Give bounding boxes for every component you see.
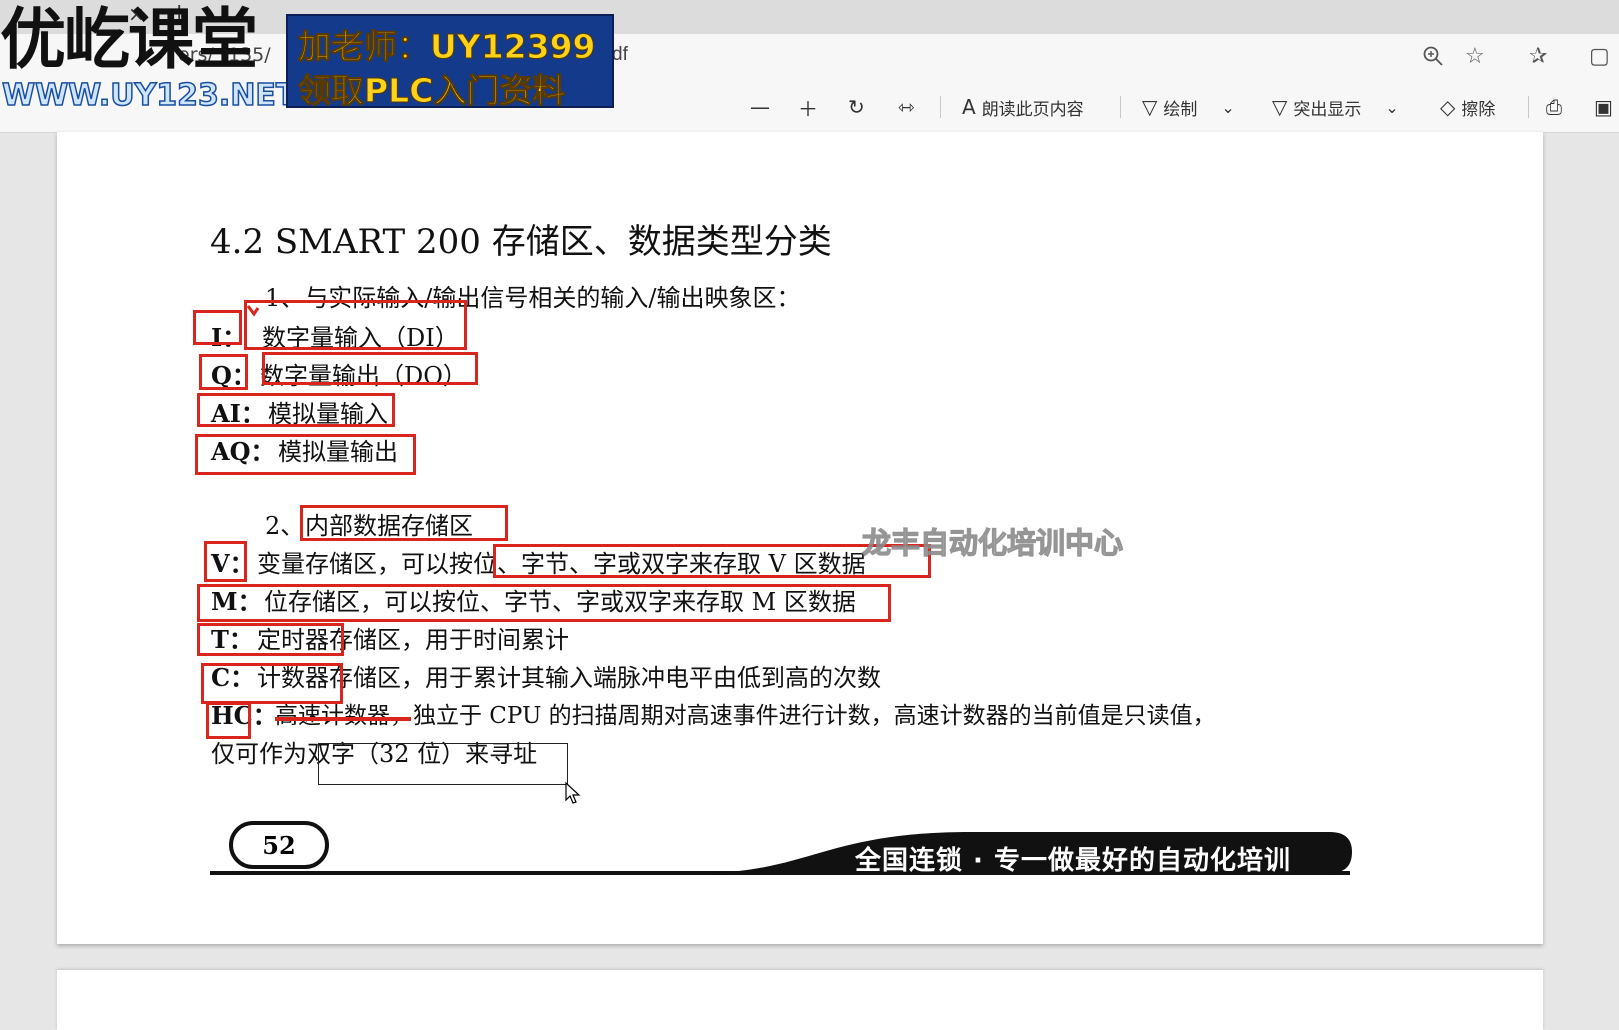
highlighter-icon: ▽ <box>1272 95 1288 119</box>
address-text[interactable]: df <box>612 44 628 66</box>
favorite-star-icon[interactable]: ☆ <box>1465 44 1485 69</box>
zoom-in-button[interactable]: ＋ <box>798 93 818 121</box>
section-heading: 4.2 SMART 200 存储区、数据类型分类 <box>210 222 832 262</box>
toolbar-divider <box>940 96 941 118</box>
read-aloud-icon: A <box>962 95 976 119</box>
annotation-box <box>195 434 416 475</box>
minus-icon: — <box>750 95 770 119</box>
chevron-down-icon[interactable]: ⌄ <box>1385 98 1398 117</box>
read-aloud-button[interactable]: A 朗读此页内容 <box>962 93 1084 121</box>
plus-icon: ＋ <box>798 96 818 121</box>
toolbar-divider <box>1120 96 1121 118</box>
zoom-out-button[interactable]: — <box>750 93 770 121</box>
annotation-box <box>204 541 247 582</box>
zoom-icon[interactable] <box>1421 44 1445 74</box>
annotation-tick-icon <box>246 305 260 317</box>
annotation-box <box>199 354 248 390</box>
draw-button[interactable]: ▽ 绘制 ⌄ <box>1142 93 1235 121</box>
text-selection-box <box>318 743 568 785</box>
annotation-box <box>197 623 344 656</box>
footer-slogan: 全国连锁 · 专一做最好的自动化培训 <box>855 846 1291 876</box>
draw-pen-icon: ▽ <box>1142 95 1158 119</box>
read-aloud-label: 朗读此页内容 <box>981 99 1084 120</box>
annotation-box <box>193 310 242 345</box>
desc-HC: 高速计数器，独立于 CPU 的扫描周期对高速事件进行计数，高速计数器的当前值是只… <box>275 703 1216 729</box>
annotation-box <box>197 393 395 427</box>
save-icon: ▣ <box>1594 95 1613 119</box>
highlight-label: 突出显示 <box>1293 99 1362 120</box>
extensions-icon[interactable]: ▢ <box>1589 44 1610 69</box>
draw-label: 绘制 <box>1163 99 1198 120</box>
annotation-box <box>300 505 508 541</box>
chevron-down-icon[interactable]: ⌄ <box>1221 98 1234 117</box>
print-icon: ⎙ <box>1546 95 1562 119</box>
rotate-button[interactable]: ↻ <box>848 93 865 121</box>
favorites-list-icon[interactable]: ✰ <box>1529 44 1547 69</box>
mouse-cursor-icon <box>565 782 581 804</box>
toolbar-divider <box>1528 96 1529 118</box>
watermark: 龙丰自动化培训中心 <box>861 525 1124 560</box>
save-button[interactable]: ▣ <box>1594 93 1613 121</box>
banner-line-1: 加老师：UY12399 <box>298 27 596 67</box>
annotation-box <box>262 352 478 385</box>
desc-C: 计数器存储区，用于累计其输入端脉冲电平由低到高的次数 <box>257 664 881 692</box>
eraser-icon: ◇ <box>1440 95 1456 119</box>
erase-label: 擦除 <box>1461 99 1496 120</box>
logo-title: 优屹课堂 <box>0 1 258 78</box>
fit-width-icon: ⇿ <box>898 95 915 119</box>
strikethrough-mark <box>275 717 411 721</box>
print-button[interactable]: ⎙ <box>1546 93 1562 121</box>
pdf-next-page <box>57 970 1543 1030</box>
annotation-box <box>197 584 891 622</box>
rotate-icon: ↻ <box>848 95 865 119</box>
subsection-2-prefix: 2、 <box>265 512 305 540</box>
brand-logo: 优屹课堂 WWW.UY123.NET <box>0 0 297 114</box>
annotation-box <box>244 300 467 350</box>
annotation-box <box>201 663 343 704</box>
highlight-button[interactable]: ▽ 突出显示 ⌄ <box>1272 93 1399 121</box>
promo-banner: 加老师：UY12399 领取PLC入门资料 <box>286 14 614 111</box>
page-number-text: 52 <box>262 830 296 860</box>
banner-line-2: 领取PLC入门资料 <box>297 71 566 111</box>
annotation-box <box>206 702 251 739</box>
logo-url: WWW.UY123.NET <box>1 77 297 114</box>
fit-page-button[interactable]: ⇿ <box>898 93 915 121</box>
erase-button[interactable]: ◇ 擦除 <box>1440 93 1495 121</box>
address-bar-icons: ☆ ✰ ▢ <box>1399 44 1619 70</box>
page-number: 52 <box>229 821 329 869</box>
